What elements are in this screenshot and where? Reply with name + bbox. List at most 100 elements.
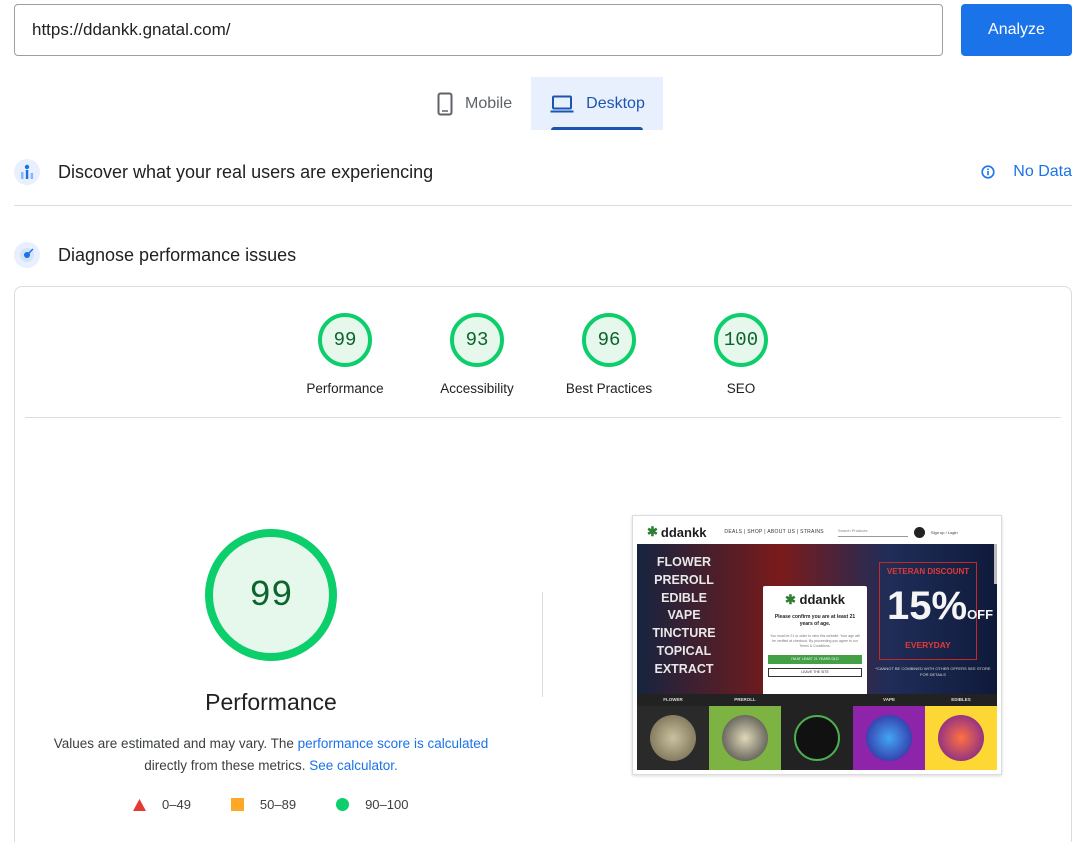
hero-item: EXTRACT: [654, 661, 714, 676]
tab-mobile[interactable]: Mobile: [405, 77, 531, 130]
gauge-label: Best Practices: [565, 381, 653, 396]
category-title: FLOWER: [637, 694, 709, 706]
modal-brand: ddankk: [799, 592, 846, 607]
gauge-label: SEO: [726, 381, 756, 396]
promo-percent: 15%OFF: [887, 584, 993, 629]
gauge-performance[interactable]: 99 Performance: [279, 313, 411, 396]
modal-leave: LEAVE THE SITE: [768, 668, 862, 677]
legend-range: 50–89: [259, 797, 297, 812]
gauge-label: Performance: [306, 381, 384, 396]
card-divider: [25, 417, 1061, 418]
laptop-icon: [550, 95, 574, 113]
vape-image: [866, 715, 912, 761]
legend-pass: 90–100: [336, 797, 408, 812]
tab-desktop[interactable]: Desktop: [531, 77, 663, 130]
site-nav: ✱ ddankk DEALS | SHOP | ABOUT US | STRAIN…: [637, 520, 997, 544]
modal-small: You must be 21 or older to view this web…: [770, 634, 860, 648]
score-ring: 99: [318, 313, 372, 367]
gauge-seo[interactable]: 100 SEO: [675, 313, 807, 396]
score-gauges: 99 Performance 93 Accessibility 96 Best …: [15, 313, 1071, 396]
category-title: [781, 694, 853, 706]
age-gate-modal: ✱ ddankk Please confirm you are at least…: [763, 586, 867, 706]
legend-range: 90–100: [365, 797, 409, 812]
diagnose-icon: [14, 242, 40, 268]
square-icon: [230, 798, 244, 811]
lab-data-header: Diagnose performance issues: [14, 241, 1072, 269]
tab-desktop-label: Desktop: [586, 94, 645, 112]
analyze-button[interactable]: Analyze: [961, 4, 1072, 56]
performance-note: Values are estimated and may vary. The p…: [15, 733, 527, 777]
category-title: PREROLL: [709, 694, 781, 706]
category-image: [781, 706, 853, 770]
hero-item: TOPICAL: [656, 643, 712, 658]
hero-item: EDIBLE: [661, 590, 707, 605]
category-image: [637, 706, 709, 770]
preview-scrollbar: [994, 544, 997, 584]
site-brand: ddankk: [660, 524, 707, 540]
score-legend: 0–49 50–89 90–100: [133, 797, 448, 812]
legend-average: 50–89: [230, 797, 297, 812]
search-icon: [913, 526, 925, 538]
note-text: directly from these metrics.: [144, 758, 310, 773]
no-data-label: No Data: [1013, 163, 1072, 180]
promo-off: OFF: [967, 607, 994, 622]
hero-item: PREROLL: [654, 572, 714, 587]
category-title: EDIBLES: [925, 694, 997, 706]
field-data-header: Discover what your real users are experi…: [14, 158, 1072, 186]
category-image: [709, 706, 781, 770]
no-data-status[interactable]: No Data: [981, 163, 1072, 181]
flower-image: [650, 715, 696, 761]
promo-pct: 15%: [887, 584, 968, 628]
hero-item: FLOWER: [656, 555, 712, 569]
leaf-icon: ✱: [647, 524, 658, 539]
score-calculated-link[interactable]: performance score is calculated: [298, 736, 489, 751]
category-title: VAPE: [853, 694, 925, 706]
modal-question: Please confirm you are at least 21 years…: [774, 614, 856, 627]
category-tile: FLOWER: [637, 694, 709, 770]
triangle-icon: [133, 798, 146, 811]
hero-item: TINCTURE: [652, 626, 716, 641]
site-sign-in: Sign up / Login: [930, 529, 958, 535]
score-ring: 96: [582, 313, 636, 367]
note-text: Values are estimated and may vary. The: [53, 736, 298, 751]
site-logo: ✱ ddankk: [647, 524, 706, 540]
hero-item: VAPE: [667, 608, 701, 623]
hero-categories: FLOWER PREROLL EDIBLE VAPE TINCTURE TOPI…: [651, 554, 717, 679]
promo-top: VETERAN DISCOUNT: [886, 567, 970, 576]
gauge-label: Accessibility: [440, 381, 514, 396]
site-menu: DEALS | SHOP | ABOUT US | STRAINS: [724, 529, 824, 535]
users-chart-icon: [14, 159, 40, 185]
category-image: [853, 706, 925, 770]
leaf-icon: ✱: [784, 592, 796, 607]
legend-range: 0–49: [162, 797, 191, 812]
leaf-logo-image: [794, 715, 840, 761]
performance-title: Performance: [205, 689, 337, 715]
performance-score-ring: 99: [205, 529, 337, 661]
info-icon: [981, 165, 995, 179]
gauge-accessibility[interactable]: 93 Accessibility: [411, 313, 543, 396]
promo-banner: VETERAN DISCOUNT 15%OFF EVERYDAY *CANNOT…: [873, 562, 993, 684]
promo-fine: *CANNOT BE COMBINED WITH OTHER OFFERS SE…: [875, 666, 991, 677]
tab-mobile-label: Mobile: [465, 94, 513, 112]
promo-bottom: EVERYDAY: [905, 640, 951, 650]
gauge-best-practices[interactable]: 96 Best Practices: [543, 313, 675, 396]
category-tile: EDIBLES: [925, 694, 997, 770]
category-image: [925, 706, 997, 770]
site-preview: ✱ ddankk DEALS | SHOP | ABOUT US | STRAIN…: [637, 520, 997, 770]
score-ring: 100: [714, 313, 768, 367]
circle-icon: [336, 798, 350, 811]
section-divider: [14, 205, 1072, 206]
page-screenshot[interactable]: ✱ ddankk DEALS | SHOP | ABOUT US | STRAIN…: [632, 515, 1002, 775]
edibles-image: [938, 715, 984, 761]
category-tile: [781, 694, 853, 770]
url-input[interactable]: [14, 4, 943, 56]
lab-data-title: Diagnose performance issues: [58, 244, 297, 265]
category-tile: VAPE: [853, 694, 925, 770]
report-card: 99 Performance 93 Accessibility 96 Best …: [14, 286, 1072, 842]
score-ring: 93: [450, 313, 504, 367]
phone-icon: [437, 92, 453, 116]
site-search: Search Products: [837, 528, 908, 537]
preroll-image: [722, 715, 768, 761]
see-calculator-link[interactable]: See calculator.: [309, 758, 398, 773]
vertical-separator: [542, 592, 543, 697]
